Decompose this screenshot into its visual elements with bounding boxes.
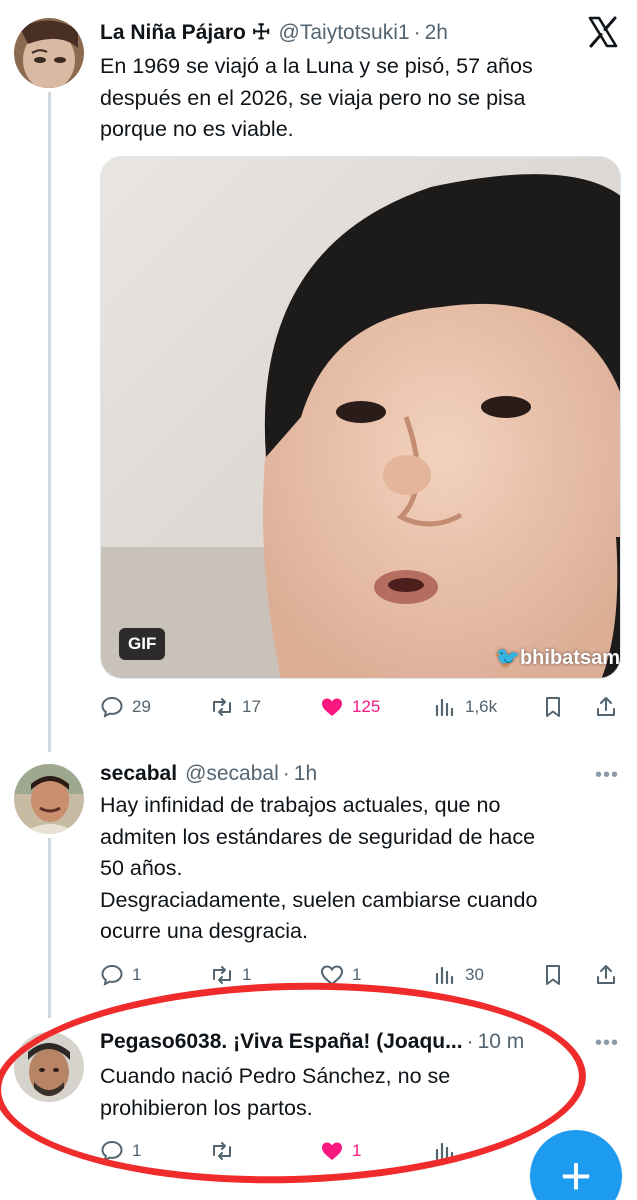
like-count: 1: [352, 965, 362, 984]
tweet-actions: 29 17 125 1,6k: [100, 692, 620, 722]
views-icon: [435, 698, 454, 717]
like-button[interactable]: 1: [320, 960, 361, 990]
bookmark-icon: [546, 965, 560, 985]
heart-icon: [322, 698, 342, 716]
bookmark-icon: [546, 697, 560, 717]
views-icon: [435, 966, 454, 985]
user-handle[interactable]: @Taiytotsuki1: [279, 21, 410, 45]
retweet-button[interactable]: [210, 1136, 234, 1162]
views-count: 1,6k: [465, 697, 498, 716]
views-button[interactable]: [433, 1136, 457, 1162]
reply-button[interactable]: 29: [100, 692, 151, 722]
tweet-text: En 1969 se viajó a la Luna y se pisó, 57…: [100, 51, 533, 146]
retweet-button[interactable]: 1: [210, 960, 251, 990]
views-icon: [435, 1142, 454, 1161]
reply-icon: [101, 1140, 123, 1162]
tweet-header: Pegaso6038. ¡Viva España! (Joaqu... · 10…: [100, 1030, 524, 1054]
share-icon: [597, 965, 615, 984]
watermark-text: bhibatsam: [519, 647, 620, 669]
tweet-text-line: porque no es viable.: [100, 117, 294, 141]
tweet-text: Cuando nació Pedro Sánchez, no se prohib…: [100, 1061, 450, 1124]
share-icon: [597, 697, 615, 716]
tweet-text-line: Desgraciadamente, suelen cambiarse cuand…: [100, 887, 538, 912]
like-button[interactable]: 1: [320, 1136, 361, 1162]
timestamp[interactable]: 10 m: [478, 1030, 525, 1054]
display-name[interactable]: secabal: [100, 762, 177, 786]
gif-media[interactable]: GIF 🐦bhibatsam: [100, 156, 621, 679]
reply-icon: [101, 696, 123, 718]
tweet-header: La Niña Pájaro ☩ @Taiytotsuki1 · 2h: [100, 20, 448, 45]
bookmark-button[interactable]: [541, 692, 565, 722]
bird-icon: 🐦: [495, 647, 520, 669]
retweet-count: 17: [242, 697, 261, 716]
retweet-count: 1: [242, 965, 252, 984]
avatar[interactable]: [14, 764, 84, 834]
share-button[interactable]: [594, 692, 618, 722]
retweet-icon: [213, 698, 231, 716]
display-name[interactable]: Pegaso6038. ¡Viva España! (Joaqu...: [100, 1030, 463, 1054]
user-handle[interactable]: @secabal: [185, 762, 279, 786]
thread-line: [48, 92, 51, 752]
share-button[interactable]: [594, 960, 618, 990]
views-button[interactable]: 1,6k: [433, 692, 497, 722]
plus-icon: +: [560, 1146, 592, 1200]
tweet-text-line: ocurre una desgracia.: [100, 919, 308, 943]
like-count: 125: [352, 697, 381, 716]
retweet-icon: [213, 966, 231, 984]
views-button[interactable]: 30: [433, 960, 484, 990]
x-logo-icon[interactable]: [587, 16, 619, 48]
tweet-text-line: Cuando nació Pedro Sánchez, no se: [100, 1064, 451, 1088]
separator-dot: ·: [466, 1030, 474, 1053]
timestamp[interactable]: 2h: [425, 21, 448, 45]
reply-count: 1: [132, 1141, 142, 1160]
tweet-text: Hay infinidad de trabajos actuales, que …: [100, 790, 537, 948]
tweet-header: secabal @secabal · 1h: [100, 762, 317, 786]
reply-button[interactable]: 1: [100, 1136, 141, 1162]
retweet-button[interactable]: 17: [210, 692, 261, 722]
avatar[interactable]: [14, 18, 84, 88]
separator-dot: ·: [282, 762, 290, 785]
reply-button[interactable]: 1: [100, 960, 141, 990]
reply-icon: [101, 964, 123, 986]
more-button[interactable]: •••: [595, 1032, 619, 1055]
separator-dot: ·: [413, 21, 421, 44]
gif-badge[interactable]: GIF: [119, 628, 166, 660]
tweet-text-line: Hay infinidad de trabajos actuales, que …: [100, 793, 501, 817]
timestamp[interactable]: 1h: [294, 762, 317, 786]
reply-count: 29: [132, 697, 151, 716]
media-watermark: 🐦bhibatsam: [495, 645, 620, 670]
tweet-text-line: En 1969 se viajó a la Luna y se pisó, 57…: [100, 54, 533, 78]
like-button[interactable]: 125: [320, 692, 380, 722]
reply-count: 1: [132, 965, 142, 984]
retweet-icon: [213, 1142, 231, 1160]
tweet-text-line: prohibieron los partos.: [100, 1095, 313, 1120]
heart-icon: [320, 965, 344, 986]
tweet-text-line: después en el 2026, se viaja pero no se …: [100, 85, 526, 110]
tweet-text-line: 50 años.: [100, 856, 183, 880]
tweet-actions: 1 1 1 30: [100, 960, 620, 990]
views-count: 30: [465, 965, 484, 984]
bookmark-button[interactable]: [541, 960, 565, 990]
more-button[interactable]: •••: [595, 764, 619, 787]
heart-icon: [322, 1142, 342, 1160]
tweet-text-line: admiten los estándares de seguridad de h…: [100, 824, 536, 849]
thread-line: [48, 838, 51, 1018]
like-count: 1: [352, 1141, 362, 1160]
avatar[interactable]: [14, 1032, 84, 1102]
display-name[interactable]: La Niña Pájaro ☩: [100, 20, 271, 45]
